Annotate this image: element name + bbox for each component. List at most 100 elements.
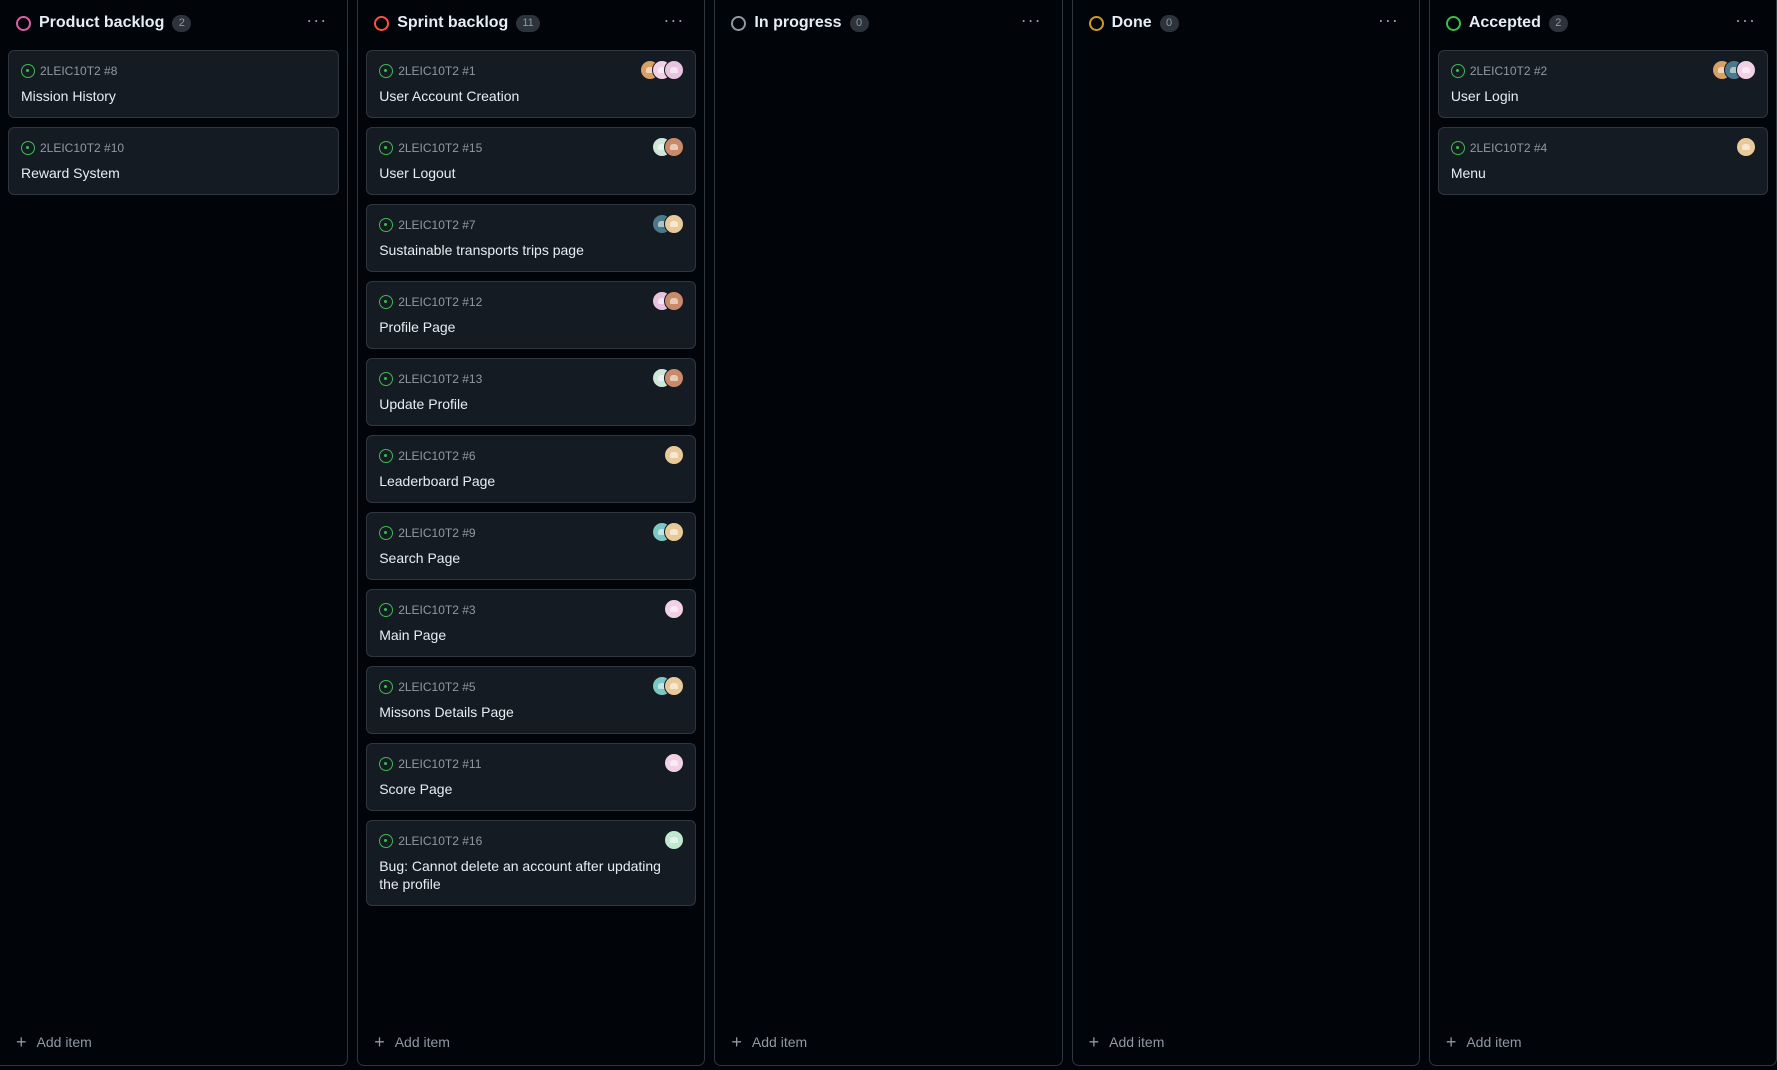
issue-title[interactable]: Reward System (21, 164, 326, 182)
issue-card[interactable]: 2LEIC10T2 #16 Bug: Cannot delete an accou… (366, 820, 697, 906)
assignee-avatars[interactable] (652, 368, 685, 388)
add-item-button[interactable]: + Add item (1073, 1021, 1419, 1063)
issue-card[interactable]: 2LEIC10T2 #10 Reward System (8, 127, 340, 195)
avatar[interactable] (664, 522, 685, 542)
issue-title[interactable]: User Login (1451, 87, 1755, 105)
issue-opened-icon (1450, 141, 1465, 155)
issue-title[interactable]: Profile Page (379, 318, 683, 336)
card-meta: 2LEIC10T2 #5 (379, 679, 683, 695)
issue-opened-icon (21, 141, 35, 155)
assignee-avatars[interactable] (652, 522, 685, 542)
issue-title[interactable]: Leaderboard Page (379, 472, 683, 490)
column-options-icon[interactable]: ··· (1372, 11, 1405, 29)
issue-reference[interactable]: 2LEIC10T2 #13 (398, 372, 482, 386)
issue-reference[interactable]: 2LEIC10T2 #10 (40, 141, 124, 155)
add-item-button[interactable]: + Add item (0, 1021, 347, 1063)
issue-card[interactable]: 2LEIC10T2 #5 Missons Details Page (366, 666, 697, 734)
issue-reference[interactable]: 2LEIC10T2 #12 (398, 295, 482, 309)
assignee-avatars[interactable] (652, 137, 685, 157)
assignee-avatars[interactable] (664, 830, 685, 850)
avatar[interactable] (1736, 60, 1757, 80)
assignee-avatars[interactable] (652, 214, 685, 234)
plus-icon: + (374, 1032, 385, 1052)
card-meta: 2LEIC10T2 #4 (1450, 140, 1755, 156)
avatar[interactable] (664, 368, 685, 388)
avatar[interactable] (1736, 137, 1757, 157)
issue-title[interactable]: Search Page (379, 549, 683, 567)
avatar-pattern-icon (670, 67, 679, 73)
issue-card[interactable]: 2LEIC10T2 #12 Profile Page (366, 281, 697, 349)
issue-card[interactable]: 2LEIC10T2 #3 Main Page (366, 589, 697, 657)
issue-title[interactable]: Menu (1451, 164, 1755, 182)
add-item-button[interactable]: + Add item (358, 1021, 704, 1063)
assignee-avatars[interactable] (640, 60, 685, 80)
issue-title[interactable]: Score Page (379, 780, 683, 798)
issue-opened-icon (379, 218, 394, 232)
issue-title[interactable]: Bug: Cannot delete an account after upda… (379, 857, 683, 893)
board-column: Done 0 ··· + Add item (1071, 0, 1420, 1066)
issue-reference[interactable]: 2LEIC10T2 #11 (398, 757, 481, 771)
assignee-avatars[interactable] (652, 676, 685, 696)
issue-reference[interactable]: 2LEIC10T2 #5 (398, 680, 475, 694)
issue-opened-icon (379, 141, 394, 155)
issue-title[interactable]: Missons Details Page (379, 703, 683, 721)
issue-card[interactable]: 2LEIC10T2 #6 Leaderboard Page (366, 435, 697, 503)
issue-card[interactable]: 2LEIC10T2 #2 User Login (1437, 50, 1769, 118)
issue-reference[interactable]: 2LEIC10T2 #2 (1470, 64, 1547, 78)
issue-reference[interactable]: 2LEIC10T2 #16 (398, 834, 482, 848)
issue-card[interactable]: 2LEIC10T2 #4 Menu (1437, 127, 1769, 195)
issue-title[interactable]: Sustainable transports trips page (379, 241, 683, 259)
avatar[interactable] (664, 830, 685, 850)
assignee-avatars[interactable] (664, 599, 685, 619)
issue-title[interactable]: Update Profile (379, 395, 683, 413)
column-count-badge: 0 (1159, 14, 1179, 32)
avatar[interactable] (664, 60, 685, 80)
avatar[interactable] (664, 599, 685, 619)
issue-card[interactable]: 2LEIC10T2 #15 User Logout (366, 127, 697, 195)
issue-reference[interactable]: 2LEIC10T2 #3 (398, 603, 475, 617)
issue-reference[interactable]: 2LEIC10T2 #9 (398, 526, 475, 540)
avatar[interactable] (664, 676, 685, 696)
issue-reference[interactable]: 2LEIC10T2 #15 (398, 141, 482, 155)
issue-card[interactable]: 2LEIC10T2 #8 Mission History (8, 50, 340, 118)
issue-reference[interactable]: 2LEIC10T2 #6 (398, 449, 475, 463)
column-options-icon[interactable]: ··· (1015, 11, 1048, 29)
column-options-icon[interactable]: ··· (1729, 11, 1762, 29)
avatar[interactable] (664, 214, 685, 234)
column-options-icon[interactable]: ··· (657, 11, 690, 29)
assignee-avatars[interactable] (1736, 137, 1757, 157)
issue-title[interactable]: User Account Creation (379, 87, 683, 105)
assignee-avatars[interactable] (1712, 60, 1757, 80)
issue-card[interactable]: 2LEIC10T2 #13 Update Profile (366, 358, 697, 426)
card-list (715, 46, 1061, 1021)
assignee-avatars[interactable] (664, 445, 685, 465)
column-options-icon[interactable]: ··· (300, 11, 333, 29)
card-meta: 2LEIC10T2 #15 (379, 140, 683, 156)
add-item-label: Add item (1466, 1034, 1522, 1050)
assignee-avatars[interactable] (652, 291, 685, 311)
card-meta: 2LEIC10T2 #8 (21, 63, 326, 79)
issue-title[interactable]: Mission History (21, 87, 326, 105)
avatar[interactable] (664, 445, 685, 465)
add-item-label: Add item (36, 1034, 92, 1050)
issue-title[interactable]: Main Page (379, 626, 683, 644)
add-item-button[interactable]: + Add item (1430, 1021, 1776, 1063)
issue-reference[interactable]: 2LEIC10T2 #4 (1470, 141, 1547, 155)
issue-title[interactable]: User Logout (379, 164, 683, 182)
card-meta: 2LEIC10T2 #6 (379, 448, 683, 464)
avatar[interactable] (664, 137, 685, 157)
add-item-button[interactable]: + Add item (715, 1021, 1061, 1063)
card-meta: 2LEIC10T2 #9 (379, 525, 683, 541)
board-column: Accepted 2 ··· 2LEIC10T2 #2 User Login 2LEIC1… (1428, 0, 1777, 1066)
issue-card[interactable]: 2LEIC10T2 #1 User Account Creation (366, 50, 697, 118)
issue-reference[interactable]: 2LEIC10T2 #1 (398, 64, 475, 78)
issue-reference[interactable]: 2LEIC10T2 #8 (40, 64, 117, 78)
issue-card[interactable]: 2LEIC10T2 #7 Sustainable transports trips… (366, 204, 697, 272)
issue-card[interactable]: 2LEIC10T2 #11 Score Page (366, 743, 697, 811)
assignee-avatars[interactable] (664, 753, 685, 773)
avatar[interactable] (664, 291, 685, 311)
issue-card[interactable]: 2LEIC10T2 #9 Search Page (366, 512, 697, 580)
card-meta: 2LEIC10T2 #1 (379, 63, 683, 79)
issue-reference[interactable]: 2LEIC10T2 #7 (398, 218, 475, 232)
avatar[interactable] (664, 753, 685, 773)
